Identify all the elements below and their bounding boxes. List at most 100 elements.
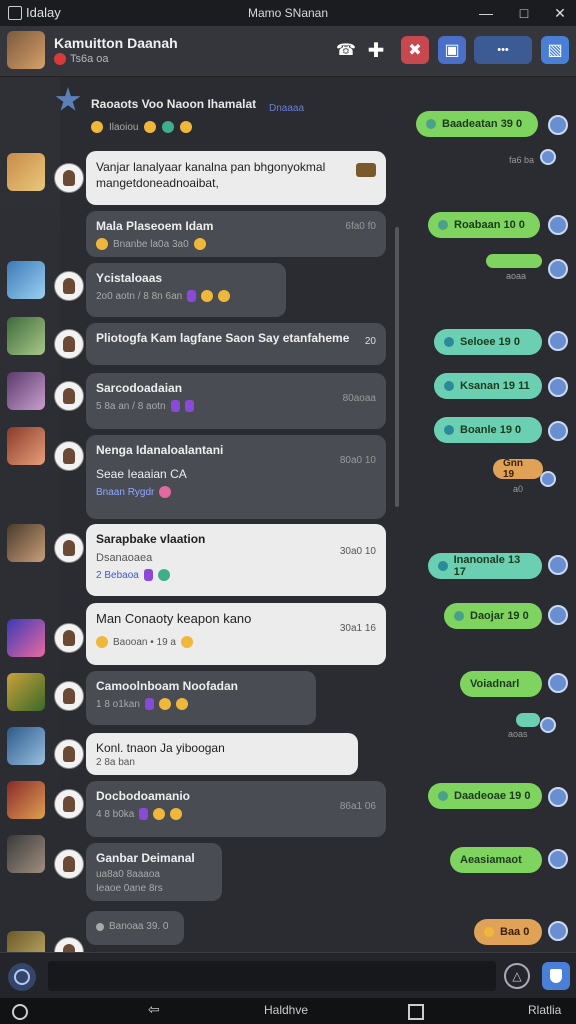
emoji-button[interactable]: △ — [504, 963, 530, 989]
more-options-button[interactable]: ••• — [474, 36, 532, 64]
sender-avatar[interactable] — [548, 921, 568, 941]
sender-avatar[interactable] — [548, 215, 568, 235]
avatar-small[interactable] — [54, 329, 84, 359]
avatar[interactable] — [7, 931, 45, 952]
avatar-small[interactable] — [54, 381, 84, 411]
sender-avatar[interactable] — [548, 331, 568, 351]
pinned-message[interactable]: Raoaots Voo Naoon Ihamalat Dnaaaa Ilaoio… — [55, 83, 315, 141]
avatar-small[interactable] — [54, 271, 84, 301]
outgoing-bubble[interactable] — [516, 713, 540, 727]
avatar-small[interactable] — [54, 623, 84, 653]
outgoing-bubble[interactable]: Roabaan 10 0 — [428, 212, 540, 238]
emoji-icon — [193, 238, 206, 250]
sender-avatar[interactable] — [540, 149, 556, 165]
message-title: Mala Plaseoem Idam — [96, 219, 214, 233]
message-list[interactable]: Raoaots Voo Naoon Ihamalat Dnaaaa Ilaoio… — [0, 77, 576, 952]
contact-avatar[interactable] — [7, 31, 45, 69]
check-icon — [426, 119, 436, 129]
home-icon[interactable] — [12, 1004, 28, 1020]
outgoing-bubble[interactable]: Aeasiamaot — [450, 847, 542, 873]
avatar-small[interactable] — [54, 739, 84, 769]
emoji-icon — [181, 636, 193, 648]
message-bubble[interactable]: Banoaa 39. 0 — [86, 911, 184, 945]
outgoing-bubble[interactable]: Inanonale 13 17 — [428, 553, 542, 579]
avatar-small[interactable] — [54, 849, 84, 879]
block-icon[interactable]: ✖ — [401, 36, 429, 64]
message-bubble[interactable]: Konl. tnaon Ja yiboogan 2 8a ban — [86, 733, 358, 775]
recents-icon[interactable] — [408, 1004, 424, 1020]
message-bubble[interactable]: Sarapbake vlaation 30a0 10 Dsanaoaea 2 B… — [86, 524, 386, 596]
message-time: 30a1 16 — [339, 623, 376, 634]
message-bubble[interactable]: Vanjar lanalyaar kanalna pan bhgonyokmal… — [86, 151, 386, 205]
send-button[interactable] — [542, 962, 570, 990]
sender-avatar[interactable] — [548, 673, 568, 693]
minimize-button[interactable]: — — [468, 0, 504, 26]
message-bubble[interactable]: Nenga Idanaloalantani 80a0 10 Seae Ieaai… — [86, 435, 386, 519]
meta-text: Baooan • 19 a — [113, 636, 176, 648]
avatar[interactable] — [7, 781, 45, 819]
avatar-small[interactable] — [54, 163, 84, 193]
sender-avatar[interactable] — [548, 555, 568, 575]
info-icon[interactable]: ▣ — [438, 36, 466, 64]
avatar[interactable] — [7, 727, 45, 765]
sender-avatar[interactable] — [548, 849, 568, 869]
message-bubble[interactable]: Ganbar Deimanal ua8a0 8aaaoa Ieaoe 0ane … — [86, 843, 222, 901]
avatar[interactable] — [7, 619, 45, 657]
gem-icon — [144, 698, 154, 710]
attach-button[interactable] — [8, 963, 36, 991]
add-icon[interactable]: ✚ — [364, 36, 388, 64]
sender-avatar[interactable] — [548, 605, 568, 625]
message-time: 30a0 10 — [339, 546, 376, 557]
avatar[interactable] — [7, 153, 45, 191]
outgoing-bubble[interactable]: Baadeatan 39 0 — [416, 111, 538, 137]
sender-avatar[interactable] — [548, 421, 568, 441]
avatar-small[interactable] — [54, 533, 84, 563]
sender-avatar[interactable] — [548, 115, 568, 135]
outgoing-bubble[interactable]: Voiadnarl — [460, 671, 542, 697]
message-bubble[interactable]: Docbodoamanio 86a1 06 4 8 b0ka — [86, 781, 386, 837]
avatar[interactable] — [7, 372, 45, 410]
outgoing-bubble[interactable]: Seloee 19 0 — [434, 329, 542, 355]
message-bubble[interactable]: Ycistaloaas 2o0 aotn / 8 8n 6an — [86, 263, 286, 317]
outgoing-bubble[interactable]: Daadeoae 19 0 — [428, 783, 542, 809]
outgoing-bubble[interactable]: Gnn 19 — [493, 458, 543, 480]
avatar[interactable] — [7, 261, 45, 299]
sender-avatar[interactable] — [540, 717, 556, 733]
maximize-button[interactable]: □ — [506, 0, 542, 26]
message-input[interactable] — [48, 961, 496, 991]
message-title: Camoolnboam Noofadan — [96, 679, 239, 693]
outgoing-bubble[interactable]: Baa 0 — [474, 919, 542, 945]
sender-avatar[interactable] — [548, 787, 568, 807]
back-icon[interactable]: ⇦ — [148, 1001, 160, 1018]
avatar[interactable] — [7, 673, 45, 711]
message-bubble[interactable]: Camoolnboam Noofadan 1 8 o1kan — [86, 671, 316, 725]
check-icon — [444, 337, 454, 347]
emoji-icon — [96, 636, 108, 648]
avatar[interactable] — [7, 524, 45, 562]
avatar[interactable] — [7, 317, 45, 355]
sender-avatar[interactable] — [540, 471, 556, 487]
avatar[interactable] — [7, 427, 45, 465]
message-bubble[interactable]: Pliotogfa Kam lagfane Saon Say etanfahem… — [86, 323, 386, 365]
avatar-small[interactable] — [54, 789, 84, 819]
sender-avatar[interactable] — [548, 259, 568, 279]
message-bubble[interactable]: Man Conaoty keapon kano 30a1 16 Baooan •… — [86, 603, 386, 665]
message-bubble[interactable]: Sarcodoadaian 80aoaa 5 8a an / 8 aotn — [86, 373, 386, 429]
scrollbar[interactable] — [395, 227, 399, 507]
outgoing-bubble[interactable]: Daojar 19 0 — [444, 603, 542, 629]
sender-avatar[interactable] — [548, 377, 568, 397]
avatar-small[interactable] — [54, 441, 84, 471]
status-text: Ts6a oa — [70, 53, 109, 65]
avatar-small[interactable] — [54, 681, 84, 711]
message-meta: 1 8 o1kan — [96, 698, 306, 710]
gallery-icon[interactable]: ▧ — [541, 36, 569, 64]
outgoing-bubble[interactable]: Ksanan 19 11 — [434, 373, 542, 399]
close-button[interactable]: ✕ — [542, 0, 576, 26]
avatar[interactable] — [7, 835, 45, 873]
heart-icon — [54, 53, 66, 65]
outgoing-bubble[interactable]: Boanle 19 0 — [434, 417, 542, 443]
outgoing-bubble[interactable] — [486, 254, 542, 268]
message-bubble[interactable]: Mala Plaseoem Idam 6fa0 f0 Bnanbe la0a 3… — [86, 211, 386, 257]
contact-name[interactable]: Kamuitton Daanah — [54, 35, 178, 51]
phone-icon[interactable]: ☎ — [334, 36, 358, 64]
